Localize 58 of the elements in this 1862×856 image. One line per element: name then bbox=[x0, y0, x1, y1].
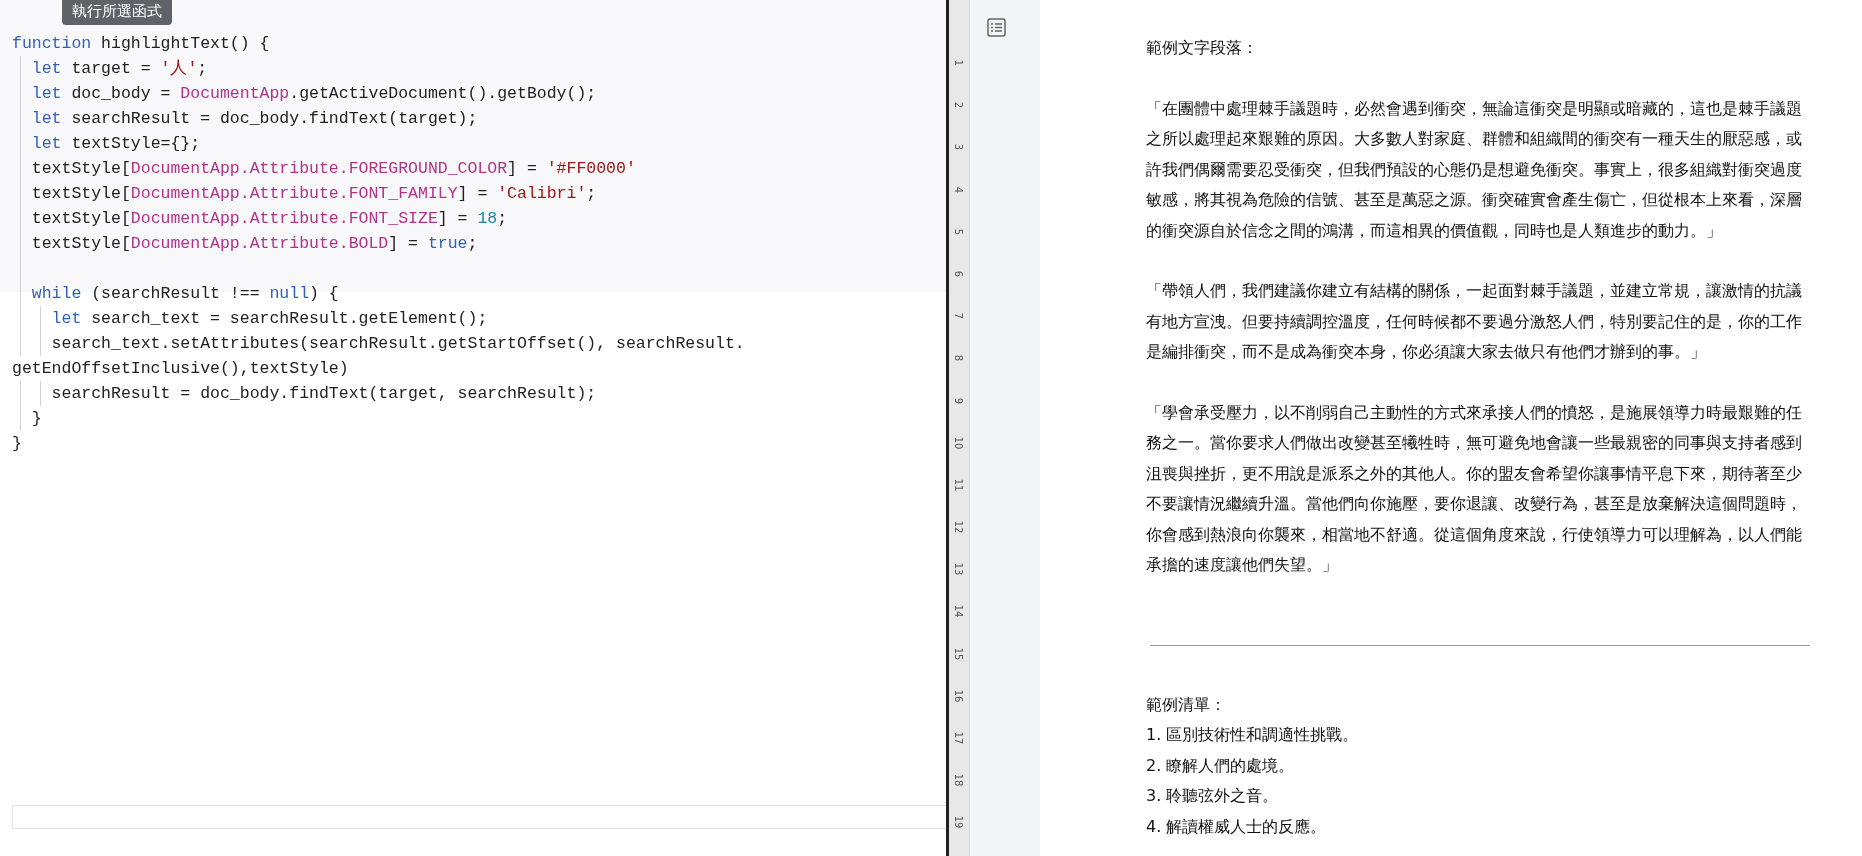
ruler-number: 1 bbox=[953, 59, 965, 67]
ruler-number: 9 bbox=[953, 397, 965, 404]
ruler-number: 3 bbox=[953, 144, 965, 151]
code-line: searchResult = doc_body.findText(target, searchResult); bbox=[50, 384, 597, 403]
ruler-number: 6 bbox=[953, 270, 965, 278]
code-line: let search_text = searchResult.getElement(); bbox=[50, 309, 488, 328]
outline-icon[interactable] bbox=[987, 18, 1006, 37]
code-line: } bbox=[12, 434, 22, 453]
code-line: textStyle[DocumentApp.Attribute.FONT_FAMILY] = 'Calibri'; bbox=[30, 184, 597, 203]
ruler-number: 16 bbox=[953, 689, 965, 703]
list-item: 2. 瞭解人們的處境。 bbox=[1146, 754, 1296, 777]
ruler-number: 18 bbox=[953, 773, 965, 787]
ruler-number: 15 bbox=[953, 647, 965, 660]
ruler-number: 11 bbox=[953, 478, 965, 492]
ruler-number: 8 bbox=[953, 355, 965, 362]
paragraph-line: 「帶領人們，我們建議你建立有結構的關係，一起面對棘手議題，並建立常規，讓激情的抗議 bbox=[1146, 280, 1803, 302]
code-line: function highlightText() { bbox=[12, 34, 270, 53]
tooltip: 執行所選函式 bbox=[62, 0, 172, 25]
ruler-number: 13 bbox=[953, 562, 965, 576]
code-line: while (searchResult !== null) { bbox=[30, 284, 339, 303]
list-item: 1. 區別技術性和調適性挑戰。 bbox=[1146, 724, 1360, 746]
code-line: } bbox=[30, 409, 42, 428]
code-line: getEndOffsetInclusive(),textStyle) bbox=[12, 359, 349, 378]
code-line: let textStyle={}; bbox=[30, 134, 201, 153]
ruler-number: 4 bbox=[953, 186, 965, 193]
ruler-number: 2 bbox=[953, 102, 965, 109]
heading-text: 範例文字段落： bbox=[1146, 37, 1259, 59]
code-line: let searchResult = doc_body.findText(target); bbox=[30, 109, 478, 128]
list-item: 3. 聆聽弦外之音。 bbox=[1146, 785, 1280, 807]
code-line: textStyle[DocumentApp.Attribute.BOLD] = true; bbox=[30, 234, 478, 253]
paragraph-line: 沮喪與挫折，更不用說是派系之外的其他人。你的盟友會希望你讓事情平息下來，期待著至少 bbox=[1146, 462, 1803, 485]
list-item: 4. 解讀權威人士的反應。 bbox=[1146, 815, 1328, 838]
ruler-number: 17 bbox=[953, 731, 965, 745]
paragraph-line: 之所以處理起來艱難的原因。大多數人對家庭、群體和組織間的衝突有一種天生的厭惡感，或 bbox=[1146, 128, 1803, 150]
paragraph-line: 承擔的速度讓他們失望。」 bbox=[1146, 554, 1339, 576]
paragraph-line: 是編排衝突，而不是成為衝突本身，你必須讓大家去做只有他們才辦到的事。」 bbox=[1146, 341, 1707, 363]
paragraph-line: 「學會承受壓力，以不削弱自己主動性的方式來承接人們的憤怒，是施展領導力時最艱難的任 bbox=[1146, 401, 1803, 424]
ruler-number: 5 bbox=[953, 228, 965, 235]
paragraph-line: 不要讓情況繼續升溫。當他們向你施壓，要你退讓、改變行為，甚至是放棄解決這個問題時， bbox=[1146, 493, 1803, 515]
code-line: search_text.setAttributes(searchResult.getStartOffset(), searchResult. bbox=[50, 334, 745, 353]
ruler-number: 7 bbox=[953, 312, 965, 320]
ruler-number: 12 bbox=[953, 520, 965, 534]
paragraph-line: 有地方宣洩。但要持續調控溫度，任何時候都不要過分激怒人們，特別要記住的是，你的工作 bbox=[1146, 310, 1803, 333]
list-title: 範例清單： bbox=[1146, 693, 1227, 716]
ruler-number: 14 bbox=[953, 605, 965, 618]
paragraph-line: 你會感到熱浪向你襲來，相當地不舒適。從這個角度來說，行使領導力可以理解為，以人們能 bbox=[1146, 523, 1803, 546]
paragraph-line: 許我們偶爾需要忍受衝突，但我們預設的心態仍是想避免衝突。事實上，很多組織對衝突過度 bbox=[1146, 158, 1803, 181]
code-line: textStyle[DocumentApp.Attribute.FONT_SIZE] = 18; bbox=[30, 209, 508, 228]
input-field[interactable] bbox=[12, 805, 946, 829]
ruler-number: 10 bbox=[953, 436, 965, 450]
ruler-number: 19 bbox=[953, 816, 965, 829]
paragraph-line: 的衝突源自於信念之間的鴻溝，而這相異的價值觀，同時也是人類進步的動力。」 bbox=[1146, 219, 1723, 242]
code-line: textStyle[DocumentApp.Attribute.FOREGROUND_COLOR] = '#FF0000' bbox=[30, 159, 636, 178]
paragraph-line: 務之一。當你要求人們做出改變甚至犧牲時，無可避免地會讓一些最親密的同事與支持者感到 bbox=[1146, 432, 1803, 454]
paragraph-line: 敏感，將其視為危險的信號、甚至是萬惡之源。衝突確實會產生傷亡，但從根本上來看，深層 bbox=[1146, 189, 1803, 211]
paragraph-line: 「在團體中處理棘手議題時，必然會遇到衝突，無論這衝突是明顯或暗藏的，這也是棘手議題 bbox=[1146, 97, 1803, 120]
code-line: let doc_body = DocumentApp.getActiveDocument().getBody(); bbox=[30, 84, 597, 103]
code-line: let target = '人'; bbox=[30, 59, 208, 78]
